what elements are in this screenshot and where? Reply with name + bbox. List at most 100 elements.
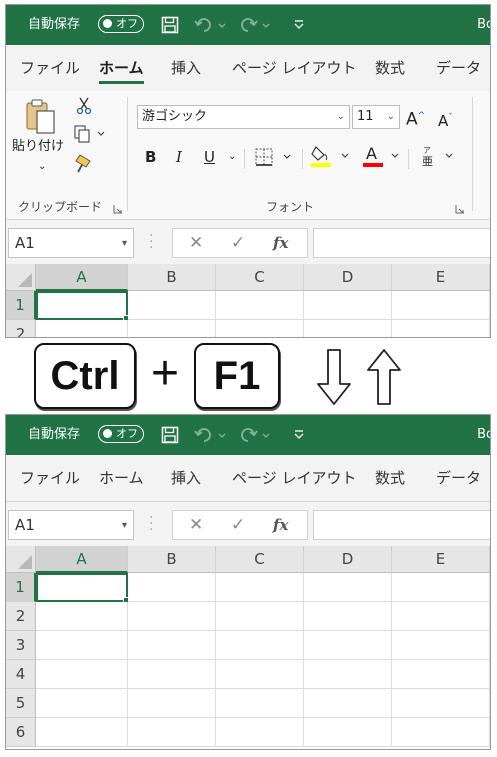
cell[interactable] <box>304 573 392 602</box>
column-header[interactable]: E <box>392 264 490 291</box>
cell[interactable] <box>216 602 304 631</box>
cell[interactable] <box>392 320 490 337</box>
underline-button[interactable]: U <box>204 147 215 167</box>
tab-data[interactable]: データ <box>436 467 481 488</box>
copy-icon[interactable] <box>74 125 108 143</box>
cell[interactable] <box>216 631 304 660</box>
cell[interactable] <box>304 631 392 660</box>
cell[interactable] <box>36 320 128 337</box>
tab-insert[interactable]: 挿入 <box>171 57 201 78</box>
paste-icon[interactable] <box>24 97 58 135</box>
tab-data[interactable]: データ <box>436 57 481 78</box>
active-cell[interactable] <box>36 291 130 322</box>
active-cell[interactable] <box>36 573 130 604</box>
paste-label[interactable]: 貼り付け <box>12 137 64 157</box>
underline-dropdown-icon[interactable]: ⌄ <box>228 147 236 167</box>
cell[interactable] <box>304 291 392 320</box>
tab-insert[interactable]: 挿入 <box>171 467 201 488</box>
cell[interactable] <box>216 320 304 337</box>
cell[interactable] <box>392 602 490 631</box>
cell[interactable] <box>36 689 128 718</box>
column-header[interactable]: C <box>216 264 304 291</box>
undo-icon[interactable] <box>194 426 228 444</box>
font-name-select[interactable]: 游ゴシック ⌄ <box>137 105 350 129</box>
cancel-icon[interactable]: ✕ <box>189 514 203 536</box>
row-header[interactable]: 1 <box>6 573 36 602</box>
column-header[interactable]: B <box>128 546 216 573</box>
select-all-button[interactable] <box>6 264 36 291</box>
customize-quick-access-icon[interactable] <box>292 426 306 444</box>
cell[interactable] <box>128 320 216 337</box>
select-all-button[interactable] <box>6 546 36 573</box>
cell[interactable] <box>216 660 304 689</box>
drag-handle-icon[interactable]: · · · <box>149 511 153 537</box>
column-header[interactable]: C <box>216 546 304 573</box>
cell[interactable] <box>36 660 128 689</box>
tab-file[interactable]: ファイル <box>20 57 80 78</box>
enter-icon[interactable]: ✓ <box>231 232 245 254</box>
tab-formulas[interactable]: 数式 <box>375 57 405 78</box>
autosave-toggle[interactable]: オフ <box>98 425 144 443</box>
cell[interactable] <box>216 291 304 320</box>
cell[interactable] <box>392 660 490 689</box>
paste-dropdown-icon[interactable]: ⌄ <box>38 157 46 177</box>
row-header[interactable]: 6 <box>6 718 36 747</box>
row-header[interactable]: 3 <box>6 631 36 660</box>
cell[interactable] <box>128 689 216 718</box>
insert-function-button[interactable]: fx <box>273 232 288 254</box>
phonetic-guide-icon[interactable]: ア 亜 <box>418 143 458 169</box>
font-size-select[interactable]: 11 ⌄ <box>352 105 400 129</box>
clipboard-dialog-launcher-icon[interactable] <box>113 204 123 214</box>
row-header[interactable]: 2 <box>6 602 36 631</box>
cell[interactable] <box>392 291 490 320</box>
cell[interactable] <box>392 718 490 747</box>
formula-input[interactable] <box>313 228 490 258</box>
column-header[interactable]: D <box>304 264 392 291</box>
column-header[interactable]: B <box>128 264 216 291</box>
cell[interactable] <box>128 631 216 660</box>
cell[interactable] <box>216 573 304 602</box>
save-icon[interactable] <box>161 426 179 444</box>
cell[interactable] <box>304 689 392 718</box>
cell[interactable] <box>128 573 216 602</box>
name-box[interactable]: A1 ▾ <box>8 228 134 258</box>
column-header[interactable]: D <box>304 546 392 573</box>
cell[interactable] <box>128 291 216 320</box>
increase-font-size-icon[interactable]: A^ <box>406 106 425 130</box>
drag-handle-icon[interactable]: · · · <box>149 229 153 255</box>
cell[interactable] <box>128 660 216 689</box>
tab-file[interactable]: ファイル <box>20 467 80 488</box>
font-dialog-launcher-icon[interactable] <box>455 204 465 214</box>
cell[interactable] <box>392 573 490 602</box>
cell[interactable] <box>216 718 304 747</box>
save-icon[interactable] <box>161 16 179 34</box>
cell[interactable] <box>36 631 128 660</box>
insert-function-button[interactable]: fx <box>273 514 288 536</box>
column-header[interactable]: E <box>392 546 490 573</box>
row-header[interactable]: 5 <box>6 689 36 718</box>
row-header[interactable]: 4 <box>6 660 36 689</box>
cell[interactable] <box>304 602 392 631</box>
redo-icon[interactable] <box>238 16 272 34</box>
italic-button[interactable]: I <box>176 147 182 167</box>
row-header[interactable]: 1 <box>6 291 36 320</box>
fill-color-icon[interactable] <box>310 143 354 169</box>
cell[interactable] <box>304 320 392 337</box>
tab-home[interactable]: ホーム <box>99 57 144 84</box>
cell[interactable] <box>36 602 128 631</box>
cell[interactable] <box>128 602 216 631</box>
borders-icon[interactable] <box>254 147 298 167</box>
tab-page-layout[interactable]: ページ レイアウト <box>232 467 356 488</box>
row-header[interactable]: 2 <box>6 320 36 337</box>
cell[interactable] <box>128 718 216 747</box>
cell[interactable] <box>304 660 392 689</box>
cell[interactable] <box>304 718 392 747</box>
column-header[interactable]: A <box>36 264 128 291</box>
cancel-icon[interactable]: ✕ <box>189 232 203 254</box>
cell[interactable] <box>216 689 304 718</box>
name-box[interactable]: A1 ▾ <box>8 510 134 540</box>
column-header[interactable]: A <box>36 546 128 573</box>
cell[interactable] <box>392 689 490 718</box>
customize-quick-access-icon[interactable] <box>292 16 306 34</box>
enter-icon[interactable]: ✓ <box>231 514 245 536</box>
